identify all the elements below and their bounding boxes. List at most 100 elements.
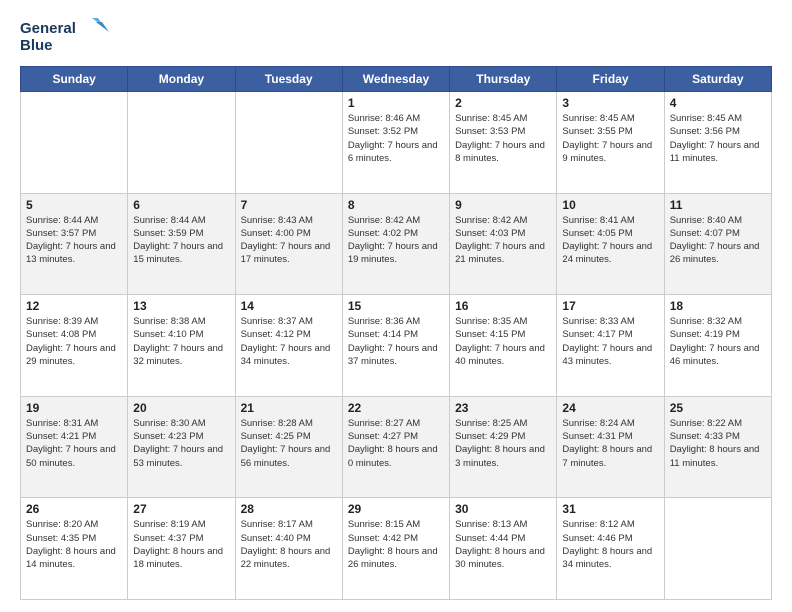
day-cell: 8 Sunrise: 8:42 AM Sunset: 4:02 PM Daylig…: [342, 193, 449, 295]
day-info: Sunrise: 8:30 AM Sunset: 4:23 PM Dayligh…: [133, 417, 229, 470]
day-number: 10: [562, 198, 658, 212]
week-row-4: 19 Sunrise: 8:31 AM Sunset: 4:21 PM Dayli…: [21, 396, 772, 498]
day-cell: 2 Sunrise: 8:45 AM Sunset: 3:53 PM Daylig…: [450, 92, 557, 194]
day-info: Sunrise: 8:31 AM Sunset: 4:21 PM Dayligh…: [26, 417, 122, 470]
day-info: Sunrise: 8:45 AM Sunset: 3:53 PM Dayligh…: [455, 112, 551, 165]
day-number: 2: [455, 96, 551, 110]
header-row: SundayMondayTuesdayWednesdayThursdayFrid…: [21, 67, 772, 92]
header: General Blue: [20, 16, 772, 56]
day-info: Sunrise: 8:36 AM Sunset: 4:14 PM Dayligh…: [348, 315, 444, 368]
week-row-1: 1 Sunrise: 8:46 AM Sunset: 3:52 PM Daylig…: [21, 92, 772, 194]
day-info: Sunrise: 8:45 AM Sunset: 3:55 PM Dayligh…: [562, 112, 658, 165]
day-cell: 27Sunrise: 8:19 AM Sunset: 4:37 PM Dayli…: [128, 498, 235, 600]
day-cell: 17 Sunrise: 8:33 AM Sunset: 4:17 PM Dayli…: [557, 295, 664, 397]
day-cell: 26 Sunrise: 8:20 AM Sunset: 4:35 PM Dayli…: [21, 498, 128, 600]
svg-text:General: General: [20, 20, 76, 37]
day-number: 25: [670, 401, 766, 415]
day-number: 21: [241, 401, 337, 415]
day-info: Sunrise: 8:35 AM Sunset: 4:15 PM Dayligh…: [455, 315, 551, 368]
day-header-thursday: Thursday: [450, 67, 557, 92]
day-cell: 5Sunrise: 8:44 AM Sunset: 3:57 PM Daylig…: [21, 193, 128, 295]
day-number: 31: [562, 502, 658, 516]
day-number: 6: [133, 198, 229, 212]
day-info: Sunrise: 8:42 AM Sunset: 4:02 PM Dayligh…: [348, 214, 444, 267]
page: General Blue SundayMondayTuesdayWednesda…: [0, 0, 792, 612]
day-number: 7: [241, 198, 337, 212]
day-number: 9: [455, 198, 551, 212]
day-header-monday: Monday: [128, 67, 235, 92]
day-header-tuesday: Tuesday: [235, 67, 342, 92]
day-cell: 4 Sunrise: 8:45 AM Sunset: 3:56 PM Daylig…: [664, 92, 771, 194]
day-number: 30: [455, 502, 551, 516]
day-cell: 22 Sunrise: 8:27 AM Sunset: 4:27 PM Dayli…: [342, 396, 449, 498]
day-cell: 19 Sunrise: 8:31 AM Sunset: 4:21 PM Dayli…: [21, 396, 128, 498]
day-info: Sunrise: 8:13 AM Sunset: 4:44 PM Dayligh…: [455, 518, 551, 571]
day-number: 15: [348, 299, 444, 313]
day-number: 18: [670, 299, 766, 313]
day-cell: 25 Sunrise: 8:22 AM Sunset: 4:33 PM Dayli…: [664, 396, 771, 498]
day-cell: 21 Sunrise: 8:28 AM Sunset: 4:25 PM Dayli…: [235, 396, 342, 498]
week-row-3: 12 Sunrise: 8:39 AM Sunset: 4:08 PM Dayli…: [21, 295, 772, 397]
day-cell: 9 Sunrise: 8:42 AM Sunset: 4:03 PM Daylig…: [450, 193, 557, 295]
day-info: Sunrise: 8:33 AM Sunset: 4:17 PM Dayligh…: [562, 315, 658, 368]
svg-text:Blue: Blue: [20, 37, 53, 54]
day-info: Sunrise: 8:27 AM Sunset: 4:27 PM Dayligh…: [348, 417, 444, 470]
day-info: Sunrise: 8:42 AM Sunset: 4:03 PM Dayligh…: [455, 214, 551, 267]
day-info: Sunrise: 8:39 AM Sunset: 4:08 PM Dayligh…: [26, 315, 122, 368]
day-info: Sunrise: 8:43 AM Sunset: 4:00 PM Dayligh…: [241, 214, 337, 267]
day-cell: 16 Sunrise: 8:35 AM Sunset: 4:15 PM Dayli…: [450, 295, 557, 397]
day-info: Sunrise: 8:32 AM Sunset: 4:19 PM Dayligh…: [670, 315, 766, 368]
day-number: 28: [241, 502, 337, 516]
day-info: Sunrise: 8:44 AM Sunset: 3:57 PM Dayligh…: [26, 214, 122, 267]
day-info: Sunrise: 8:22 AM Sunset: 4:33 PM Dayligh…: [670, 417, 766, 470]
day-number: 26: [26, 502, 122, 516]
day-info: Sunrise: 8:41 AM Sunset: 4:05 PM Dayligh…: [562, 214, 658, 267]
day-info: Sunrise: 8:12 AM Sunset: 4:46 PM Dayligh…: [562, 518, 658, 571]
day-number: 14: [241, 299, 337, 313]
week-row-5: 26 Sunrise: 8:20 AM Sunset: 4:35 PM Dayli…: [21, 498, 772, 600]
day-cell: 3 Sunrise: 8:45 AM Sunset: 3:55 PM Daylig…: [557, 92, 664, 194]
day-number: 3: [562, 96, 658, 110]
day-info: Sunrise: 8:28 AM Sunset: 4:25 PM Dayligh…: [241, 417, 337, 470]
day-number: 4: [670, 96, 766, 110]
calendar-table: SundayMondayTuesdayWednesdayThursdayFrid…: [20, 66, 772, 600]
day-header-wednesday: Wednesday: [342, 67, 449, 92]
day-number: 8: [348, 198, 444, 212]
day-info: Sunrise: 8:19 AM Sunset: 4:37 PM Dayligh…: [133, 518, 229, 571]
day-number: 16: [455, 299, 551, 313]
day-number: 1: [348, 96, 444, 110]
day-number: 11: [670, 198, 766, 212]
day-cell: 29 Sunrise: 8:15 AM Sunset: 4:42 PM Dayli…: [342, 498, 449, 600]
day-cell: 31 Sunrise: 8:12 AM Sunset: 4:46 PM Dayli…: [557, 498, 664, 600]
day-number: 23: [455, 401, 551, 415]
day-cell: [664, 498, 771, 600]
day-info: Sunrise: 8:20 AM Sunset: 4:35 PM Dayligh…: [26, 518, 122, 571]
day-number: 17: [562, 299, 658, 313]
day-cell: 15 Sunrise: 8:36 AM Sunset: 4:14 PM Dayli…: [342, 295, 449, 397]
day-cell: 1 Sunrise: 8:46 AM Sunset: 3:52 PM Daylig…: [342, 92, 449, 194]
day-info: Sunrise: 8:46 AM Sunset: 3:52 PM Dayligh…: [348, 112, 444, 165]
logo-svg: General Blue: [20, 16, 110, 56]
day-cell: [235, 92, 342, 194]
day-info: Sunrise: 8:45 AM Sunset: 3:56 PM Dayligh…: [670, 112, 766, 165]
day-info: Sunrise: 8:37 AM Sunset: 4:12 PM Dayligh…: [241, 315, 337, 368]
day-cell: 7 Sunrise: 8:43 AM Sunset: 4:00 PM Daylig…: [235, 193, 342, 295]
day-number: 29: [348, 502, 444, 516]
day-info: Sunrise: 8:15 AM Sunset: 4:42 PM Dayligh…: [348, 518, 444, 571]
day-cell: 23Sunrise: 8:25 AM Sunset: 4:29 PM Dayli…: [450, 396, 557, 498]
day-cell: 30 Sunrise: 8:13 AM Sunset: 4:44 PM Dayli…: [450, 498, 557, 600]
day-cell: 6Sunrise: 8:44 AM Sunset: 3:59 PM Daylig…: [128, 193, 235, 295]
week-row-2: 5Sunrise: 8:44 AM Sunset: 3:57 PM Daylig…: [21, 193, 772, 295]
day-number: 12: [26, 299, 122, 313]
day-number: 22: [348, 401, 444, 415]
day-cell: [128, 92, 235, 194]
day-cell: 11Sunrise: 8:40 AM Sunset: 4:07 PM Dayli…: [664, 193, 771, 295]
day-header-saturday: Saturday: [664, 67, 771, 92]
day-info: Sunrise: 8:38 AM Sunset: 4:10 PM Dayligh…: [133, 315, 229, 368]
day-cell: 13Sunrise: 8:38 AM Sunset: 4:10 PM Dayli…: [128, 295, 235, 397]
day-cell: 18 Sunrise: 8:32 AM Sunset: 4:19 PM Dayli…: [664, 295, 771, 397]
day-cell: 10 Sunrise: 8:41 AM Sunset: 4:05 PM Dayli…: [557, 193, 664, 295]
day-number: 19: [26, 401, 122, 415]
day-header-sunday: Sunday: [21, 67, 128, 92]
logo: General Blue: [20, 16, 110, 56]
